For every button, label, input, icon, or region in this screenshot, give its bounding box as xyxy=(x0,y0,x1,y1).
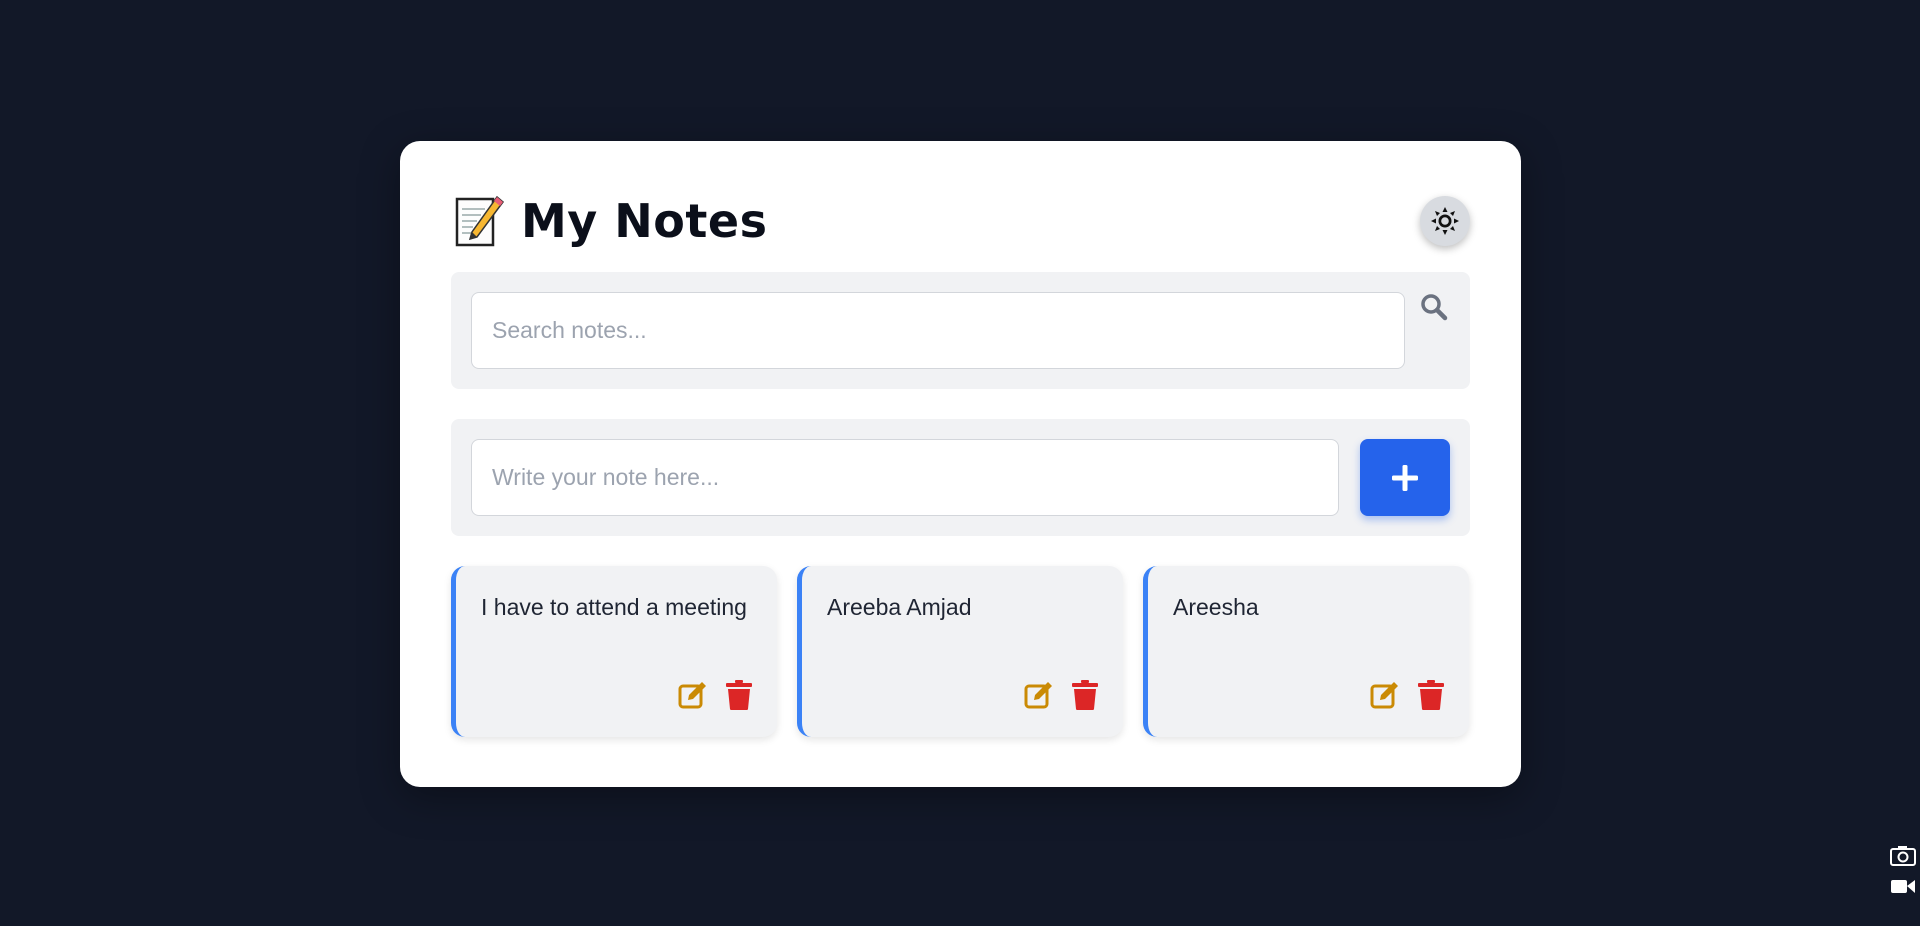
delete-button[interactable] xyxy=(1069,679,1101,711)
edit-icon xyxy=(1370,682,1398,709)
search-panel xyxy=(451,272,1470,389)
trash-icon xyxy=(726,680,752,710)
add-note-panel xyxy=(451,419,1470,536)
note-card: Areesha xyxy=(1143,566,1469,737)
note-input[interactable] xyxy=(471,439,1339,516)
title-wrap: My Notes xyxy=(451,191,767,251)
note-text: I have to attend a meeting xyxy=(481,594,747,620)
video-icon[interactable] xyxy=(1890,876,1916,896)
trash-icon xyxy=(1072,680,1098,710)
edit-button[interactable] xyxy=(1369,679,1401,711)
notes-list: I have to attend a meeting Areeba Amjad … xyxy=(451,566,1470,737)
note-card: I have to attend a meeting xyxy=(451,566,777,737)
edit-icon xyxy=(678,682,706,709)
memo-icon xyxy=(455,195,505,247)
camera-icon[interactable] xyxy=(1890,844,1916,866)
note-card: Areeba Amjad xyxy=(797,566,1123,737)
trash-icon xyxy=(1418,680,1444,710)
theme-toggle-button[interactable] xyxy=(1420,196,1470,246)
capture-toolbar xyxy=(1890,812,1920,906)
add-note-button[interactable] xyxy=(1360,439,1450,516)
search-input[interactable] xyxy=(471,292,1405,369)
plus-icon xyxy=(1392,464,1418,491)
page-title: My Notes xyxy=(521,194,768,248)
header: My Notes xyxy=(451,191,1470,251)
edit-button[interactable] xyxy=(677,679,709,711)
note-actions xyxy=(1023,679,1101,711)
delete-button[interactable] xyxy=(1415,679,1447,711)
note-actions xyxy=(677,679,755,711)
search-icon[interactable] xyxy=(1419,292,1449,322)
edit-button[interactable] xyxy=(1023,679,1055,711)
sun-icon xyxy=(1431,207,1459,235)
edit-icon xyxy=(1024,682,1052,709)
note-text: Areeba Amjad xyxy=(827,594,972,620)
note-text: Areesha xyxy=(1173,594,1259,620)
note-actions xyxy=(1369,679,1447,711)
notes-app-card: My Notes Search notes... Write your note… xyxy=(400,141,1521,787)
delete-button[interactable] xyxy=(723,679,755,711)
